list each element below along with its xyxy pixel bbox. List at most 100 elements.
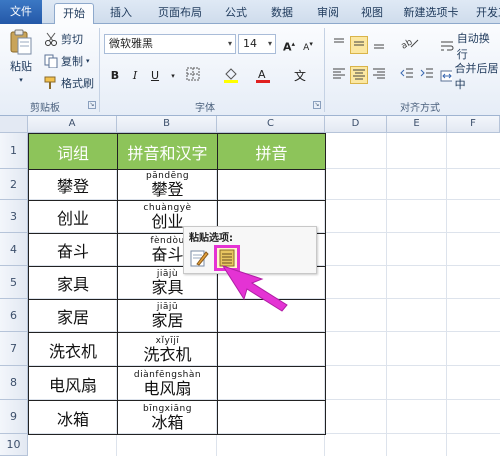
align-center-button[interactable] <box>350 66 368 84</box>
align-center-icon <box>353 69 365 80</box>
underline-button[interactable]: U <box>146 67 164 85</box>
header-cell-c[interactable]: 拼音 <box>217 133 326 170</box>
row-header-6[interactable]: 6 <box>0 299 28 332</box>
row-header-3[interactable]: 3 <box>0 200 28 233</box>
fill-color-button[interactable] <box>222 67 240 85</box>
column-header-e[interactable]: E <box>387 116 447 133</box>
paste-brush-icon <box>190 250 209 267</box>
word-cell[interactable]: 创业 <box>28 200 118 234</box>
row-header-10[interactable]: 10 <box>0 434 28 456</box>
row-header-1[interactable]: 1 <box>0 133 28 169</box>
tab-home[interactable]: 开始 <box>54 3 94 25</box>
row-header-9[interactable]: 9 <box>0 400 28 434</box>
increase-indent-button[interactable] <box>418 66 436 84</box>
chevron-down-icon: ▾ <box>267 39 272 48</box>
increase-font-icon[interactable]: A▴ <box>280 35 298 54</box>
clipboard-launcher-icon[interactable]: ↘ <box>88 101 96 109</box>
paste-button[interactable]: 粘贴 ▾ <box>6 28 36 88</box>
align-left-button[interactable] <box>330 66 348 84</box>
row-header-8[interactable]: 8 <box>0 366 28 400</box>
word-cell[interactable]: 家居 <box>28 299 118 333</box>
paste-values-button[interactable] <box>214 245 240 271</box>
row-header-2[interactable]: 2 <box>0 169 28 200</box>
alignment-group-label: 对齐方式 <box>400 103 440 114</box>
merge-center-button[interactable]: 合并后居中 <box>440 62 500 91</box>
paste-keep-formatting-button[interactable] <box>186 245 212 271</box>
wrap-text-button[interactable]: 自动换行 <box>440 32 500 61</box>
hanzi-text: 洗衣机 <box>143 344 192 364</box>
group-divider <box>99 28 100 112</box>
bold-button[interactable]: B <box>106 67 124 85</box>
tab-page-layout[interactable]: 页面布局 <box>150 3 210 24</box>
tab-new-tab[interactable]: 新建选项卡 <box>400 3 462 24</box>
word-cell[interactable]: 攀登 <box>28 169 118 201</box>
font-name-select[interactable]: 微软雅黑 ▾ <box>104 34 236 54</box>
orientation-button[interactable]: ab <box>398 36 422 54</box>
format-painter-icon <box>44 76 56 89</box>
wrap-text-icon <box>441 41 454 51</box>
align-middle-button[interactable] <box>350 36 368 54</box>
tab-view[interactable]: 视图 <box>356 3 388 24</box>
cut-button[interactable]: 剪切 <box>44 29 83 49</box>
paste-values-icon <box>219 249 235 267</box>
pinyin-cell[interactable] <box>217 366 326 401</box>
font-launcher-icon[interactable]: ↘ <box>313 101 321 109</box>
align-right-icon <box>373 68 385 79</box>
column-header-a[interactable]: A <box>28 116 117 133</box>
column-header-d[interactable]: D <box>325 116 387 133</box>
worksheet-grid[interactable]: A B C D E F 1 2 3 4 5 6 7 8 9 10 词组 拼音和汉字 拼音 攀登 pāndēng 攀登 创业 c… <box>0 116 500 456</box>
align-right-button[interactable] <box>370 66 388 84</box>
paste-options-popup: 粘贴选项: <box>183 226 317 274</box>
font-size-select[interactable]: 14 ▾ <box>238 34 276 54</box>
word-cell[interactable]: 家具 <box>28 266 118 300</box>
column-header-c[interactable]: C <box>217 116 325 133</box>
header-cell-a[interactable]: 词组 <box>28 133 118 170</box>
word-cell[interactable]: 电风扇 <box>28 366 118 401</box>
tab-insert[interactable]: 插入 <box>104 3 138 24</box>
border-button[interactable] <box>184 67 202 85</box>
merge-center-label: 合并后居中 <box>454 62 499 91</box>
copy-dropdown-icon: ▾ <box>86 57 90 65</box>
gridline <box>386 133 387 456</box>
pinyin-cell[interactable] <box>217 400 326 435</box>
align-top-button[interactable] <box>330 36 348 54</box>
tab-file[interactable]: 文件 <box>0 0 42 24</box>
pinyin-hanzi-cell[interactable]: jiājū 家居 <box>117 299 218 333</box>
column-header-b[interactable]: B <box>117 116 217 133</box>
pinyin-cell[interactable] <box>217 332 326 367</box>
svg-text:A: A <box>258 68 266 81</box>
copy-button[interactable]: 复制 ▾ <box>44 51 90 71</box>
row-header-4[interactable]: 4 <box>0 233 28 266</box>
decrease-font-icon[interactable]: A▾ <box>299 35 317 53</box>
italic-button[interactable]: I <box>126 67 144 85</box>
pinyin-cell[interactable] <box>217 299 326 333</box>
pinyin-cell[interactable] <box>217 169 326 201</box>
pinyin-hanzi-cell[interactable]: xǐyījī 洗衣机 <box>117 332 218 367</box>
select-all-corner[interactable] <box>0 116 28 133</box>
font-name-value: 微软雅黑 <box>109 37 153 50</box>
tab-formulas[interactable]: 公式 <box>220 3 252 24</box>
pinyin-hanzi-cell[interactable]: diànfēngshàn 电风扇 <box>117 366 218 401</box>
word-cell[interactable]: 奋斗 <box>28 233 118 267</box>
font-color-button[interactable]: A <box>254 67 272 85</box>
pinyin-hanzi-cell[interactable]: bīngxiāng 冰箱 <box>117 400 218 435</box>
underline-dropdown-icon[interactable]: ▾ <box>164 67 182 85</box>
column-header-f[interactable]: F <box>447 116 500 133</box>
word-cell[interactable]: 冰箱 <box>28 400 118 435</box>
tab-data[interactable]: 数据 <box>266 3 298 24</box>
tab-developer[interactable]: 开发工具 <box>470 3 500 24</box>
row-header-7[interactable]: 7 <box>0 332 28 366</box>
align-bottom-button[interactable] <box>370 36 388 54</box>
format-painter-button[interactable]: 格式刷 <box>44 73 94 93</box>
ribbon-tab-bar: 文件 开始 插入 页面布局 公式 数据 审阅 视图 新建选项卡 开发工具 <box>0 0 500 25</box>
tab-review[interactable]: 审阅 <box>312 3 344 24</box>
pinyin-hanzi-cell[interactable]: pāndēng 攀登 <box>117 169 218 201</box>
hanzi-text: 电风扇 <box>143 378 192 398</box>
font-color-icon: A <box>256 68 270 83</box>
header-cell-b[interactable]: 拼音和汉字 <box>117 133 218 170</box>
decrease-indent-button[interactable] <box>398 66 416 84</box>
hanzi-text: 冰箱 <box>151 412 184 432</box>
row-header-5[interactable]: 5 <box>0 266 28 299</box>
word-cell[interactable]: 洗衣机 <box>28 332 118 367</box>
phonetic-guide-button[interactable]: 文 <box>290 67 310 85</box>
